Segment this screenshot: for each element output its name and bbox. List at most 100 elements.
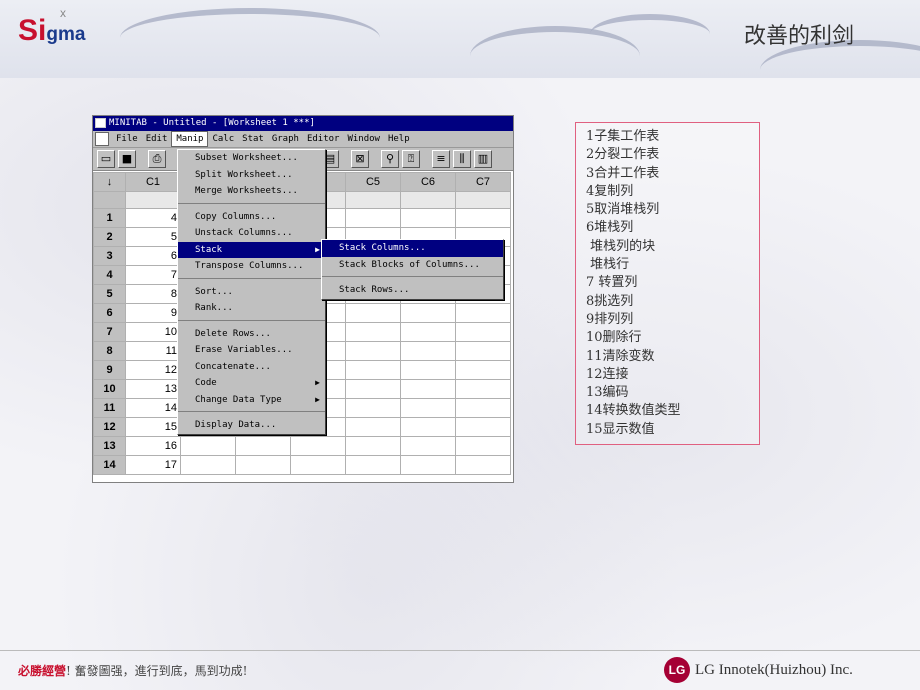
data-cell[interactable] — [455, 379, 511, 399]
menu-item[interactable]: Concatenate... — [178, 359, 325, 376]
data-cell[interactable] — [235, 455, 291, 475]
data-cell[interactable] — [455, 360, 511, 380]
data-cell[interactable] — [345, 360, 401, 380]
menu-editor[interactable]: Editor — [303, 131, 344, 147]
data-cell[interactable] — [455, 341, 511, 361]
data-cell[interactable]: 8 — [125, 284, 181, 304]
column-header[interactable]: C7 — [455, 172, 511, 192]
data-cell[interactable] — [400, 360, 456, 380]
row-header[interactable]: 3 — [93, 246, 126, 266]
menu-item[interactable]: Stack ▶ — [178, 241, 325, 258]
menu-file[interactable]: File — [112, 131, 142, 147]
data-cell[interactable] — [345, 303, 401, 323]
menu-item[interactable]: Code ▶ — [178, 375, 325, 392]
print-icon[interactable]: ⎙ — [148, 150, 166, 168]
row-header[interactable]: 6 — [93, 303, 126, 323]
menu-item[interactable]: Split Worksheet... — [178, 167, 325, 184]
menu-item[interactable]: Display Data... — [178, 417, 325, 434]
menu-item[interactable]: Delete Rows... — [178, 326, 325, 343]
row-header[interactable]: 13 — [93, 436, 126, 456]
data-cell[interactable]: 17 — [125, 455, 181, 475]
corner-arrow-icon[interactable]: ↓ — [93, 172, 126, 192]
menu-window[interactable]: Window — [343, 131, 384, 147]
column-name-cell[interactable] — [345, 191, 401, 209]
data-cell[interactable] — [345, 417, 401, 437]
menu-item[interactable]: Merge Worksheets... — [178, 183, 325, 200]
row-header[interactable]: 8 — [93, 341, 126, 361]
data-cell[interactable] — [290, 455, 346, 475]
graph-icon[interactable]: ▥ — [474, 150, 492, 168]
menu-manip[interactable]: Manip — [171, 131, 209, 147]
data-cell[interactable] — [455, 455, 511, 475]
menu-item[interactable]: Sort... — [178, 284, 325, 301]
menu-item[interactable]: Change Data Type ▶ — [178, 392, 325, 409]
data-cell[interactable] — [180, 455, 236, 475]
data-cell[interactable] — [290, 436, 346, 456]
insert-row-icon[interactable]: ≡ — [432, 150, 450, 168]
data-cell[interactable] — [345, 455, 401, 475]
data-cell[interactable] — [455, 398, 511, 418]
data-cell[interactable]: 10 — [125, 322, 181, 342]
data-cell[interactable]: 16 — [125, 436, 181, 456]
open-icon[interactable]: ▭ — [97, 150, 115, 168]
menu-graph[interactable]: Graph — [268, 131, 303, 147]
data-cell[interactable] — [345, 379, 401, 399]
row-header[interactable]: 5 — [93, 284, 126, 304]
data-cell[interactable]: 4 — [125, 208, 181, 228]
find-icon[interactable]: ⚲ — [381, 150, 399, 168]
data-cell[interactable] — [400, 379, 456, 399]
column-name-cell[interactable] — [125, 191, 181, 209]
menu-item[interactable]: Transpose Columns... — [178, 258, 325, 275]
data-cell[interactable] — [455, 322, 511, 342]
menu-item[interactable]: Rank... — [178, 300, 325, 317]
row-header[interactable]: 12 — [93, 417, 126, 437]
menu-help[interactable]: Help — [384, 131, 414, 147]
menu-item[interactable]: Stack Blocks of Columns... — [322, 257, 503, 274]
data-cell[interactable]: 12 — [125, 360, 181, 380]
menu-item[interactable]: Unstack Columns... — [178, 225, 325, 242]
data-cell[interactable] — [455, 208, 511, 228]
data-cell[interactable]: 9 — [125, 303, 181, 323]
menu-item[interactable]: Subset Worksheet... — [178, 150, 325, 167]
menu-item[interactable]: Stack Rows... — [322, 282, 503, 299]
insert-column-icon[interactable]: ⫼ — [453, 150, 471, 168]
data-cell[interactable]: 5 — [125, 227, 181, 247]
row-header[interactable]: 11 — [93, 398, 126, 418]
column-name-cell[interactable] — [400, 191, 456, 209]
menu-item[interactable]: Copy Columns... — [178, 209, 325, 226]
data-cell[interactable] — [345, 341, 401, 361]
data-cell[interactable] — [400, 341, 456, 361]
close-window-icon[interactable]: ⊠ — [351, 150, 369, 168]
data-cell[interactable] — [400, 398, 456, 418]
row-header[interactable]: 4 — [93, 265, 126, 285]
data-cell[interactable] — [455, 417, 511, 437]
data-cell[interactable]: 7 — [125, 265, 181, 285]
data-cell[interactable]: 11 — [125, 341, 181, 361]
data-cell[interactable] — [345, 208, 401, 228]
data-cell[interactable] — [455, 303, 511, 323]
menu-stat[interactable]: Stat — [238, 131, 268, 147]
data-cell[interactable] — [400, 208, 456, 228]
data-cell[interactable] — [400, 455, 456, 475]
save-icon[interactable]: ■ — [118, 150, 136, 168]
column-name-cell[interactable] — [455, 191, 511, 209]
worksheet-icon[interactable] — [95, 132, 109, 146]
column-header[interactable]: C1 — [125, 172, 181, 192]
row-header[interactable]: 10 — [93, 379, 126, 399]
data-cell[interactable] — [400, 417, 456, 437]
menu-item[interactable]: Stack Columns... — [322, 240, 503, 257]
row-header[interactable]: 14 — [93, 455, 126, 475]
data-cell[interactable] — [345, 322, 401, 342]
data-cell[interactable]: 15 — [125, 417, 181, 437]
info-icon[interactable]: ⍰ — [402, 150, 420, 168]
data-cell[interactable]: 13 — [125, 379, 181, 399]
data-cell[interactable] — [180, 436, 236, 456]
column-header[interactable]: C6 — [400, 172, 456, 192]
data-cell[interactable]: 14 — [125, 398, 181, 418]
row-header[interactable]: 2 — [93, 227, 126, 247]
column-header[interactable]: C5 — [345, 172, 401, 192]
data-cell[interactable]: 6 — [125, 246, 181, 266]
menu-edit[interactable]: Edit — [142, 131, 172, 147]
row-header[interactable]: 9 — [93, 360, 126, 380]
data-cell[interactable] — [400, 322, 456, 342]
